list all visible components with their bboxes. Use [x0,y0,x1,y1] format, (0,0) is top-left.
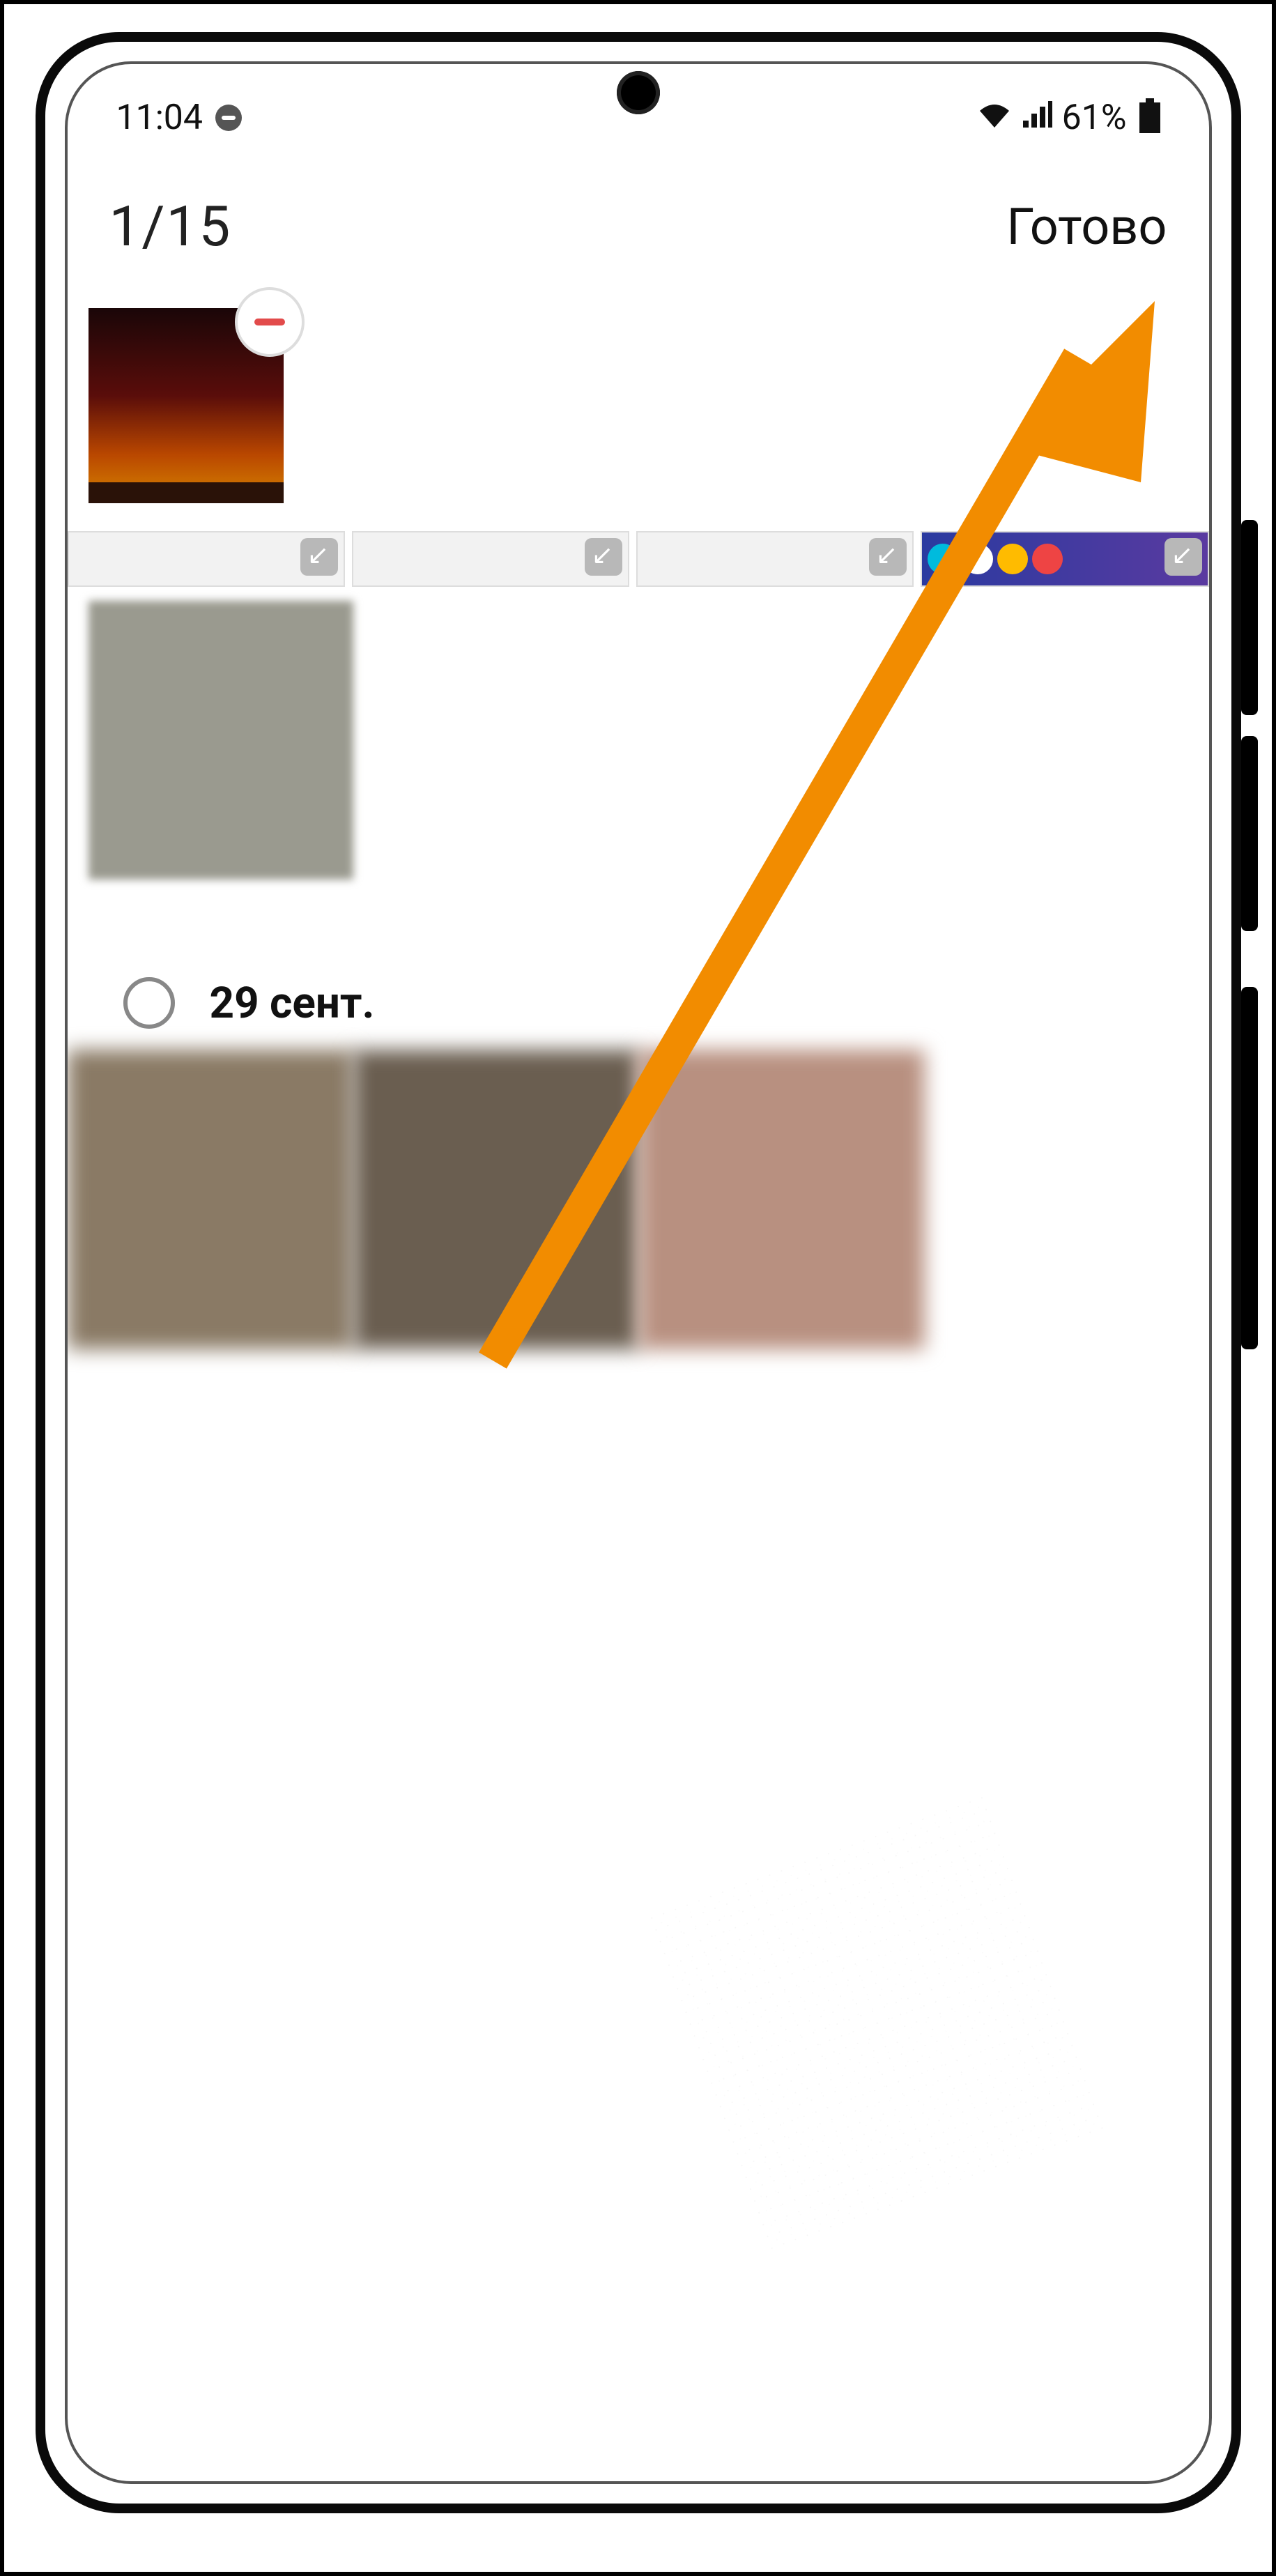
expand-icon [869,538,907,576]
expand-icon [300,538,338,576]
phone-side-button [1241,987,1258,1349]
app-icon [928,544,958,574]
date-group-header: 29 сент. [68,880,1209,1050]
selected-thumbnails-strip [68,287,1209,531]
gallery-thumbnail[interactable] [89,601,353,880]
gallery-thumbnail[interactable] [353,1050,639,1349]
gallery-thumbnail[interactable] [639,1050,925,1349]
app-icon [962,544,993,574]
remove-selection-button[interactable] [235,287,305,357]
screenshot-row [68,531,1209,587]
battery-icon [1139,102,1160,133]
battery-text: 61% [1062,98,1127,138]
minus-icon [254,319,285,325]
selected-thumbnail[interactable] [89,308,284,503]
date-label: 29 сент. [210,978,375,1029]
gallery-thumbnail[interactable] [352,531,629,587]
app-icon [1032,544,1063,574]
expand-icon [585,538,622,576]
selection-toolbar: 1/15 Готово [68,145,1209,287]
select-all-checkbox[interactable] [123,977,175,1029]
gallery-row [68,1050,925,1349]
phone-side-button [1241,520,1258,715]
done-button[interactable]: Готово [1006,197,1167,256]
expand-icon [1164,538,1202,576]
gallery-thumbnail[interactable] [68,1050,353,1349]
app-icon [997,544,1028,574]
gallery-thumbnail[interactable] [636,531,914,587]
phone-camera [617,71,660,114]
gallery-thumbnail[interactable] [68,531,345,587]
selection-counter: 1/15 [109,194,232,259]
status-time: 11:04 [116,98,203,138]
wifi-icon [977,98,1012,138]
dnd-icon [215,105,242,131]
decorative-speckle [643,1791,1107,2255]
gallery-thumbnail[interactable] [921,531,1209,587]
signal-icon [1022,98,1052,138]
phone-side-button [1241,736,1258,931]
